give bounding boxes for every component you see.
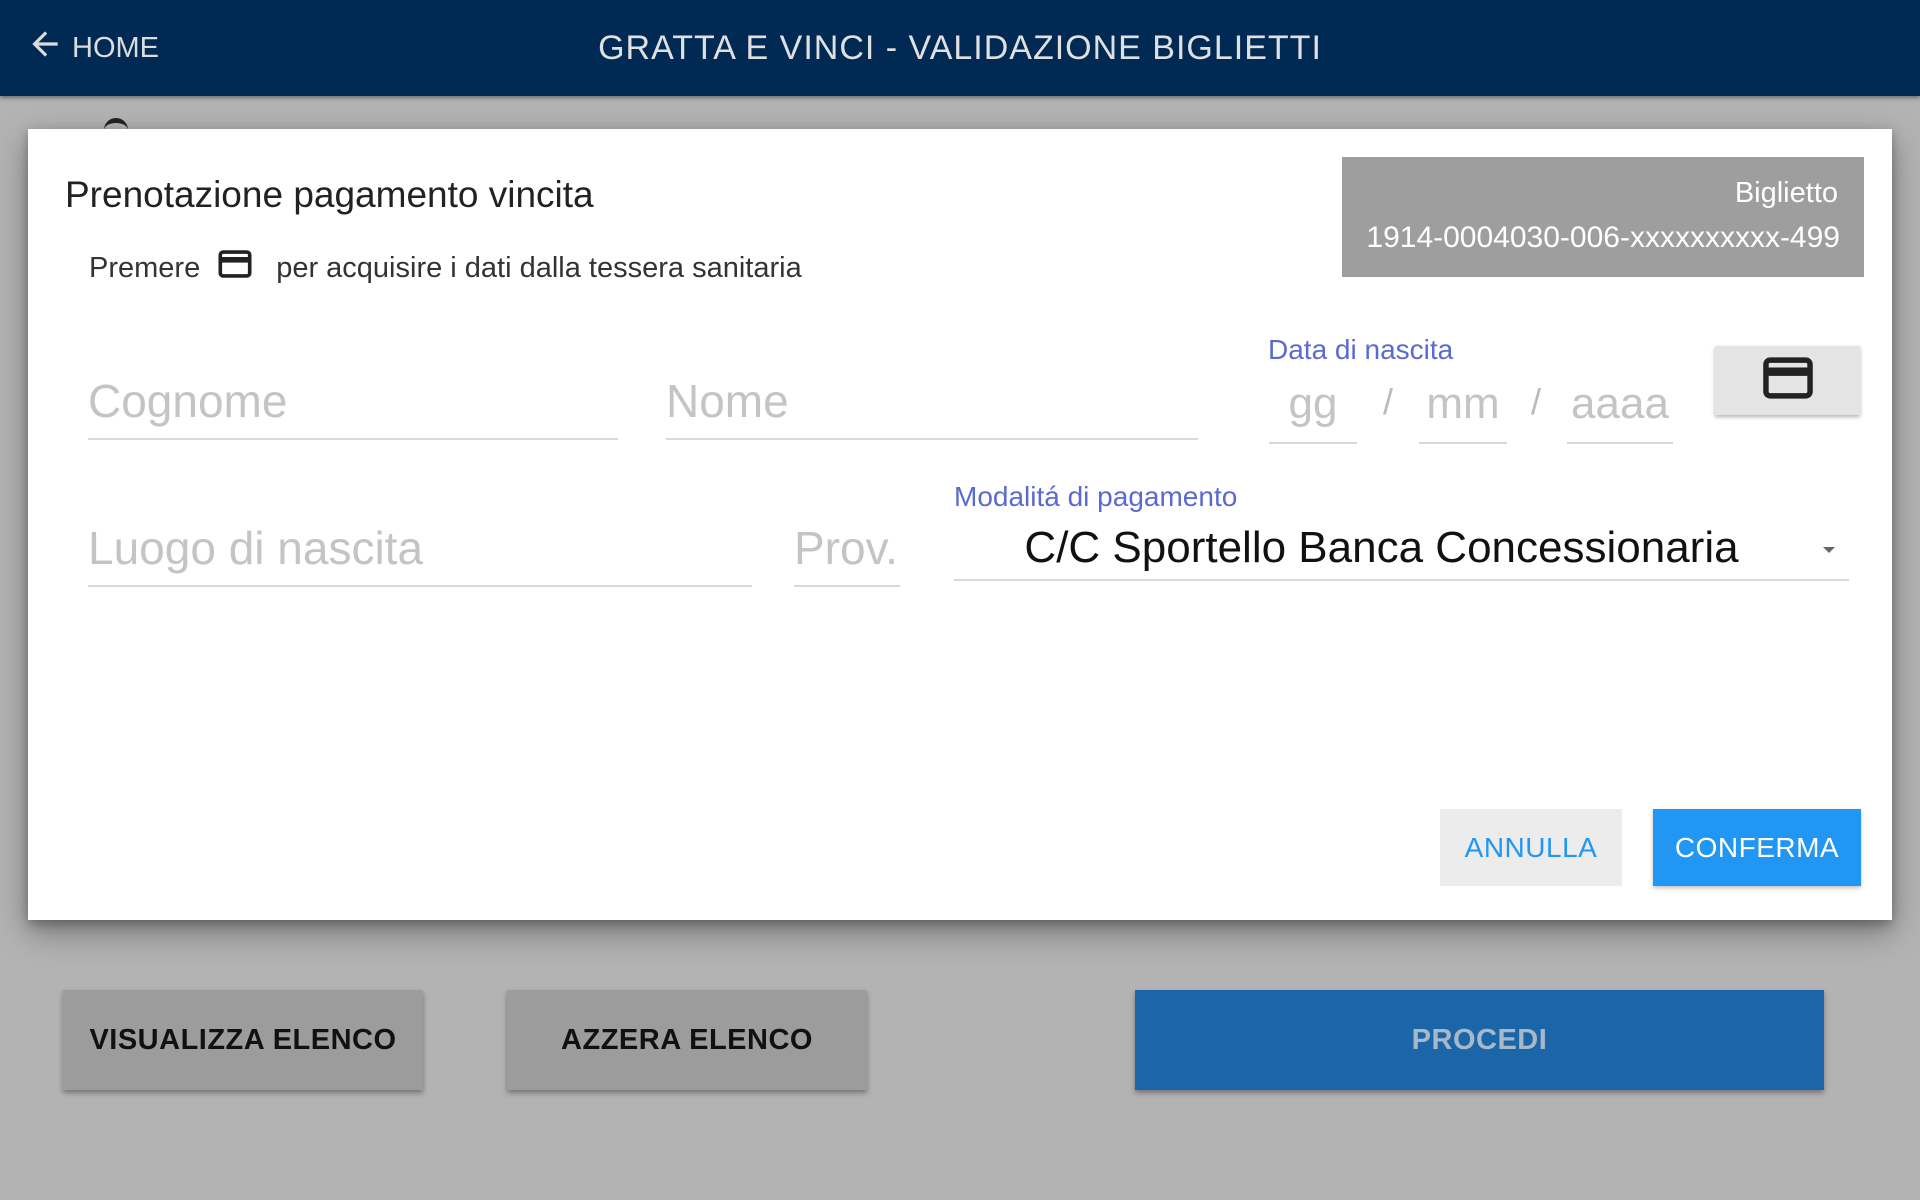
- confirm-button[interactable]: CONFERMA: [1653, 809, 1861, 886]
- visualizza-elenco-button[interactable]: VISUALIZZA ELENCO: [63, 990, 423, 1090]
- credit-card-icon: [218, 250, 252, 286]
- modalita-pagamento-label: Modalitá di pagamento: [954, 481, 1238, 512]
- birth-day-field[interactable]: [1269, 379, 1357, 444]
- procedi-button[interactable]: PROCEDI: [1135, 990, 1824, 1090]
- chevron-down-icon: [1823, 547, 1835, 553]
- luogo-nascita-field[interactable]: [88, 521, 752, 587]
- provincia-input[interactable]: [794, 521, 900, 575]
- read-health-card-button[interactable]: [1715, 346, 1860, 415]
- birth-month-input[interactable]: [1419, 379, 1507, 429]
- hint-before: Premere: [89, 251, 201, 284]
- modalita-pagamento-select[interactable]: C/C Sportello Banca Concessionaria: [954, 519, 1849, 581]
- cognome-input[interactable]: [88, 374, 618, 428]
- luogo-nascita-input[interactable]: [88, 521, 752, 575]
- birth-year-field[interactable]: [1567, 379, 1673, 444]
- birth-year-input[interactable]: [1567, 379, 1673, 429]
- birth-day-input[interactable]: [1269, 379, 1357, 429]
- ticket-label: Biglietto: [1734, 177, 1838, 209]
- credit-card-icon: [1762, 357, 1814, 404]
- date-separator: /: [1531, 381, 1542, 422]
- provincia-field[interactable]: [794, 521, 900, 587]
- page-title: GRATTA E VINCI - VALIDAZIONE BIGLIETTI: [598, 29, 1322, 67]
- payment-dialog: Prenotazione pagamento vincita Premere p…: [28, 129, 1892, 920]
- hint-after: per acquisire i dati dalla tessera sanit…: [276, 251, 802, 284]
- nome-field[interactable]: [666, 374, 1198, 440]
- dialog-title: Prenotazione pagamento vincita: [65, 174, 594, 215]
- app-header: HOME GRATTA E VINCI - VALIDAZIONE BIGLIE…: [0, 0, 1920, 96]
- cognome-field[interactable]: [88, 374, 618, 440]
- nome-input[interactable]: [666, 374, 1198, 428]
- cancel-button[interactable]: ANNULLA: [1440, 809, 1622, 886]
- date-separator: /: [1383, 381, 1394, 422]
- birth-month-field[interactable]: [1419, 379, 1507, 444]
- ticket-number: 1914-0004030-006-xxxxxxxxxx-499: [1366, 221, 1840, 254]
- card-hint: Premere per acquisire i dati dalla tesse…: [89, 250, 802, 286]
- ticket-info: Biglietto 1914-0004030-006-xxxxxxxxxx-49…: [1342, 157, 1864, 277]
- azzera-elenco-button[interactable]: AZZERA ELENCO: [507, 990, 867, 1090]
- data-nascita-label: Data di nascita: [1268, 334, 1454, 365]
- modalita-pagamento-value: C/C Sportello Banca Concessionaria: [1024, 523, 1739, 572]
